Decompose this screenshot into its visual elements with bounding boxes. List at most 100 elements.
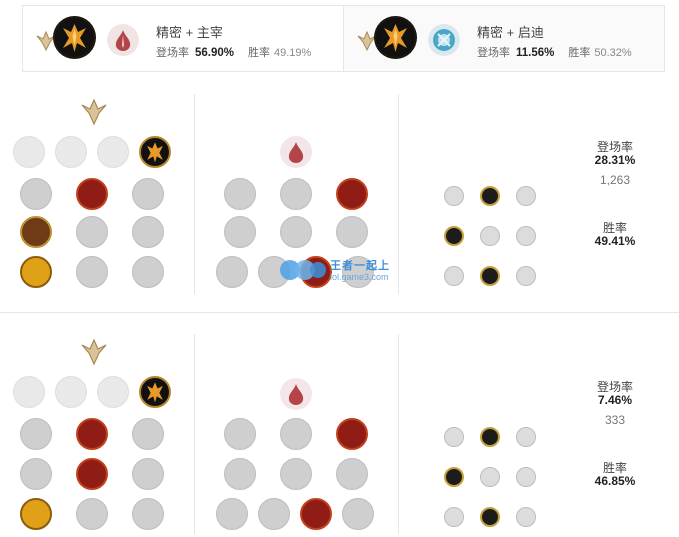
conqueror-icon[interactable] <box>139 376 171 408</box>
summary-card-precision-inspiration[interactable]: 精密 + 启迪 登场率 11.56% 胜率 50.32% <box>343 6 664 71</box>
magic-resist-shard-icon[interactable] <box>516 467 536 487</box>
ability-haste-shard-icon[interactable] <box>516 186 536 206</box>
magic-resist-shard-icon[interactable] <box>516 226 536 246</box>
adaptive-force-shard-icon[interactable] <box>444 427 464 447</box>
legend-tenacity-icon[interactable] <box>76 216 108 248</box>
ultimate-hunter-icon[interactable] <box>342 498 374 530</box>
triumph-icon[interactable] <box>76 418 108 450</box>
ghost-poro-icon[interactable] <box>280 458 312 490</box>
zombie-ward-icon[interactable] <box>224 216 256 248</box>
legend-bloodline-icon[interactable] <box>132 216 164 248</box>
column-divider <box>398 334 399 534</box>
overheal-icon[interactable] <box>20 178 52 210</box>
win-rate-value: 46.85% <box>594 474 636 488</box>
magic-resist-shard-icon[interactable] <box>516 507 536 527</box>
games-count: 1,263 <box>599 173 631 187</box>
armor-shard-icon[interactable] <box>480 226 500 246</box>
attack-speed-shard-icon[interactable] <box>480 186 500 206</box>
conqueror-icon[interactable] <box>139 136 171 168</box>
summary-title: 精密 + 启迪 <box>477 25 544 40</box>
legend-alacrity-icon[interactable] <box>20 216 52 248</box>
attack-speed-shard-icon[interactable] <box>480 427 500 447</box>
pick-rate-label: 登场率 <box>156 47 189 59</box>
column-divider <box>194 334 195 534</box>
press-the-attack-icon[interactable] <box>13 136 45 168</box>
triumph-icon[interactable] <box>76 178 108 210</box>
sudden-impact-icon[interactable] <box>336 418 368 450</box>
win-rate-value: 50.32% <box>594 47 632 59</box>
rune-build-2: 登场率 7.46% 333 胜率 46.85% <box>0 326 679 537</box>
precision-icon <box>78 336 110 368</box>
win-rate-label: 胜率 <box>568 47 591 59</box>
domination-icon <box>280 378 312 410</box>
ability-haste-shard-icon[interactable] <box>516 427 536 447</box>
health-shard-icon[interactable] <box>444 266 464 286</box>
games-count: 333 <box>604 413 626 427</box>
legend-alacrity-icon[interactable] <box>20 458 52 490</box>
overheal-icon[interactable] <box>20 418 52 450</box>
watermark-logo-icon <box>280 260 326 280</box>
win-rate-label: 胜率 <box>248 47 271 59</box>
pick-rate-value: 7.46% <box>597 393 633 407</box>
relentless-hunter-icon[interactable] <box>300 498 332 530</box>
lethal-tempo-icon[interactable] <box>55 136 87 168</box>
watermark: 王者一起上 lol.game3.com <box>278 255 408 287</box>
legend-bloodline-icon[interactable] <box>132 458 164 490</box>
treasure-hunter-icon[interactable] <box>216 498 248 530</box>
adaptive-force-shard-icon[interactable] <box>444 186 464 206</box>
cut-down-icon[interactable] <box>76 256 108 288</box>
summary-title: 精密 + 主宰 <box>156 25 223 40</box>
ingenious-hunter-icon[interactable] <box>258 498 290 530</box>
conqueror-icon <box>374 16 417 59</box>
watermark-url: lol.game3.com <box>330 272 389 282</box>
column-divider <box>194 94 195 294</box>
last-stand-icon[interactable] <box>132 498 164 530</box>
taste-of-blood-icon[interactable] <box>280 418 312 450</box>
press-the-attack-icon[interactable] <box>13 376 45 408</box>
taste-of-blood-icon[interactable] <box>280 178 312 210</box>
summary-card-precision-domination[interactable]: 精密 + 主宰 登场率 56.90% 胜率 49.19% <box>23 6 343 71</box>
adaptive-force-shard-icon[interactable] <box>444 226 464 246</box>
cheap-shot-icon[interactable] <box>224 418 256 450</box>
cheap-shot-icon[interactable] <box>224 178 256 210</box>
magic-resist-shard-icon[interactable] <box>516 266 536 286</box>
eyeball-collection-icon[interactable] <box>336 216 368 248</box>
precision-icon <box>78 96 110 128</box>
rune-page: 精密 + 主宰 登场率 56.90% 胜率 49.19% 精密 + 启迪 登场率 11.… <box>0 0 679 537</box>
health-shard-icon[interactable] <box>444 507 464 527</box>
zombie-ward-icon[interactable] <box>224 458 256 490</box>
sudden-impact-icon[interactable] <box>336 178 368 210</box>
watermark-brand: 王者一起上 <box>330 260 390 272</box>
inspiration-icon <box>428 24 460 56</box>
treasure-hunter-icon[interactable] <box>216 256 248 288</box>
fleet-footwork-icon[interactable] <box>97 136 129 168</box>
coup-de-grace-icon[interactable] <box>20 256 52 288</box>
presence-of-mind-icon[interactable] <box>132 418 164 450</box>
last-stand-icon[interactable] <box>132 256 164 288</box>
pick-rate-value: 56.90% <box>195 47 235 59</box>
domination-icon <box>280 136 312 168</box>
ghost-poro-icon[interactable] <box>280 216 312 248</box>
conqueror-icon <box>53 16 96 59</box>
pick-rate-label: 登场率 <box>477 47 510 59</box>
win-rate-value: 49.19% <box>274 47 312 59</box>
armor-shard-icon[interactable] <box>480 467 500 487</box>
block-divider <box>0 312 679 313</box>
presence-of-mind-icon[interactable] <box>132 178 164 210</box>
eyeball-collection-icon[interactable] <box>336 458 368 490</box>
summary-stats: 登场率 11.56% 胜率 50.32% <box>477 44 632 60</box>
armor-shard-icon[interactable] <box>480 266 500 286</box>
domination-icon <box>107 24 139 56</box>
adaptive-force-shard-icon[interactable] <box>444 467 464 487</box>
coup-de-grace-icon[interactable] <box>20 498 52 530</box>
pick-rate-value: 28.31% <box>594 153 636 167</box>
summary-stats: 登场率 56.90% 胜率 49.19% <box>156 44 311 60</box>
pick-rate-value: 11.56% <box>516 47 555 59</box>
cut-down-icon[interactable] <box>76 498 108 530</box>
legend-tenacity-icon[interactable] <box>76 458 108 490</box>
fleet-footwork-icon[interactable] <box>97 376 129 408</box>
rune-path-summary: 精密 + 主宰 登场率 56.90% 胜率 49.19% 精密 + 启迪 登场率 11.… <box>22 5 665 72</box>
armor-shard-icon[interactable] <box>480 507 500 527</box>
win-rate-value: 49.41% <box>594 234 636 248</box>
lethal-tempo-icon[interactable] <box>55 376 87 408</box>
